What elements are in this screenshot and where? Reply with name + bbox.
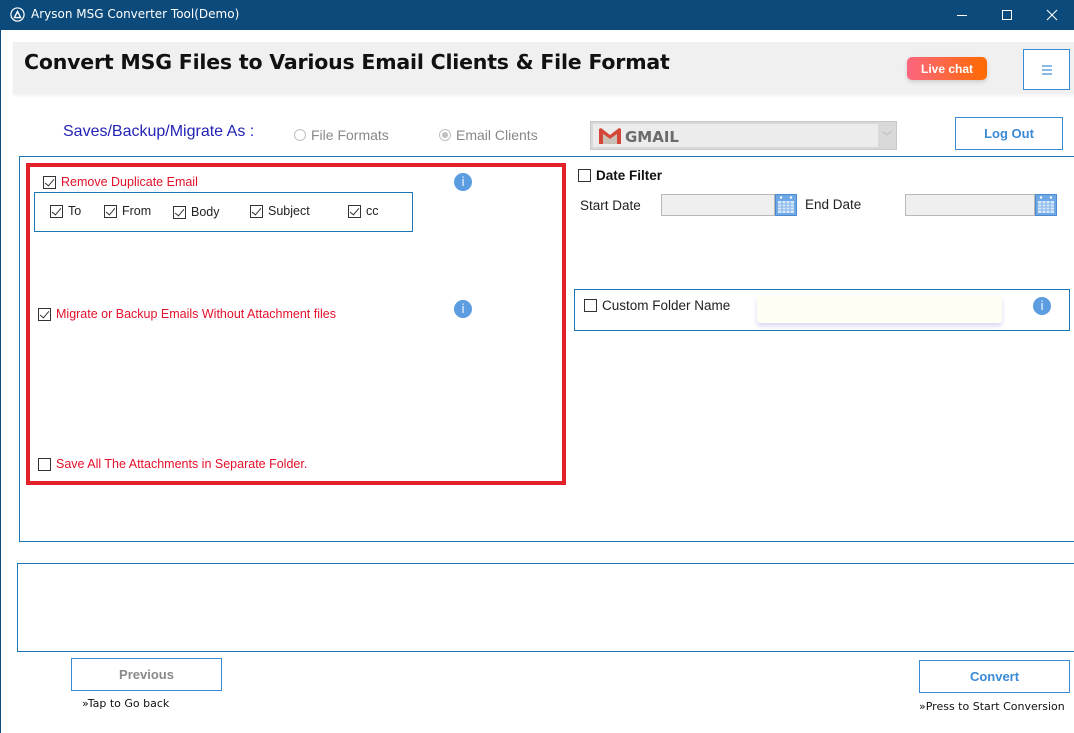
checkbox-label: To xyxy=(68,204,82,218)
checkbox-label: Save All The Attachments in Separate Fol… xyxy=(56,457,308,471)
previous-button[interactable]: Previous xyxy=(71,658,222,691)
radio-label: Email Clients xyxy=(456,127,538,143)
radio-indicator xyxy=(294,129,306,141)
custom-folder-checkbox[interactable]: Custom Folder Name xyxy=(584,298,730,313)
checkbox-label: cc xyxy=(366,204,379,218)
end-date-input[interactable] xyxy=(905,194,1035,216)
title-bar: Aryson MSG Converter Tool(Demo) xyxy=(1,0,1074,30)
remove-duplicate-checkbox[interactable]: Remove Duplicate Email xyxy=(43,175,198,189)
minimize-icon xyxy=(957,15,967,16)
checkbox-indicator xyxy=(50,204,63,218)
calendar-icon[interactable] xyxy=(1035,194,1057,216)
radio-email-clients[interactable]: Email Clients xyxy=(439,127,538,143)
maximize-button[interactable] xyxy=(984,0,1030,30)
close-icon xyxy=(1046,9,1058,21)
checkbox-indicator xyxy=(250,204,263,218)
page-heading: Convert MSG Files to Various Email Clien… xyxy=(24,50,670,74)
checkbox-label: Subject xyxy=(268,204,310,218)
gmail-icon xyxy=(599,128,621,144)
field-to-checkbox[interactable]: To xyxy=(50,204,81,218)
selected-client: GMAIL xyxy=(625,128,679,146)
checkbox-indicator xyxy=(173,205,186,219)
info-icon[interactable]: i xyxy=(454,300,472,318)
maximize-icon xyxy=(1002,10,1012,20)
field-from-checkbox[interactable]: From xyxy=(104,204,151,218)
status-log-panel xyxy=(17,563,1074,652)
live-chat-button[interactable]: Live chat xyxy=(907,57,987,80)
checkbox-label: Migrate or Backup Emails Without Attachm… xyxy=(56,307,336,321)
hamburger-menu-icon xyxy=(1041,64,1052,75)
checkbox-indicator xyxy=(578,169,591,182)
checkbox-indicator xyxy=(43,175,56,189)
menu-button[interactable] xyxy=(1023,49,1070,90)
chevron-down-icon: ﹀ xyxy=(882,132,892,143)
checkbox-indicator xyxy=(38,457,51,471)
field-body-checkbox[interactable]: Body xyxy=(173,205,220,219)
info-icon[interactable]: i xyxy=(1033,297,1051,315)
aryson-logo-icon xyxy=(10,7,25,22)
saves-label: Saves/Backup/Migrate As : xyxy=(63,123,255,140)
field-cc-checkbox[interactable]: cc xyxy=(348,204,379,218)
checkbox-indicator xyxy=(348,204,361,218)
checkbox-indicator xyxy=(584,299,597,312)
checkbox-indicator xyxy=(38,307,51,321)
convert-button[interactable]: Convert xyxy=(919,660,1070,693)
checkbox-label: Date Filter xyxy=(596,168,663,183)
info-icon[interactable]: i xyxy=(454,173,472,191)
header-banner: Convert MSG Files to Various Email Clien… xyxy=(13,42,1074,94)
start-date-label: Start Date xyxy=(580,198,641,213)
previous-hint: »Tap to Go back xyxy=(82,697,170,710)
select-field: GMAIL xyxy=(593,124,878,147)
checkbox-label: Body xyxy=(191,205,220,219)
checkbox-label: From xyxy=(122,204,152,218)
without-attachments-checkbox[interactable]: Migrate or Backup Emails Without Attachm… xyxy=(38,307,336,321)
save-attachments-checkbox[interactable]: Save All The Attachments in Separate Fol… xyxy=(38,457,307,471)
email-client-select[interactable]: GMAIL ﹀ xyxy=(590,121,897,150)
app-window: Aryson MSG Converter Tool(Demo) Convert … xyxy=(0,0,1074,733)
field-subject-checkbox[interactable]: Subject xyxy=(250,204,310,218)
log-out-button[interactable]: Log Out xyxy=(955,117,1063,150)
end-date-label: End Date xyxy=(805,197,862,212)
window-title: Aryson MSG Converter Tool(Demo) xyxy=(31,7,240,21)
radio-file-formats[interactable]: File Formats xyxy=(294,127,389,143)
minimize-button[interactable] xyxy=(939,0,985,30)
calendar-icon[interactable] xyxy=(775,194,797,216)
checkbox-label: Remove Duplicate Email xyxy=(61,175,198,189)
start-date-input[interactable] xyxy=(661,194,775,216)
radio-label: File Formats xyxy=(311,127,389,143)
date-filter-checkbox[interactable]: Date Filter xyxy=(578,168,662,183)
checkbox-label: Custom Folder Name xyxy=(602,298,731,313)
close-button[interactable] xyxy=(1029,0,1074,30)
convert-hint: »Press to Start Conversion xyxy=(919,700,1065,713)
checkbox-indicator xyxy=(104,204,117,218)
custom-folder-input[interactable] xyxy=(757,296,1002,323)
radio-indicator xyxy=(439,129,451,141)
